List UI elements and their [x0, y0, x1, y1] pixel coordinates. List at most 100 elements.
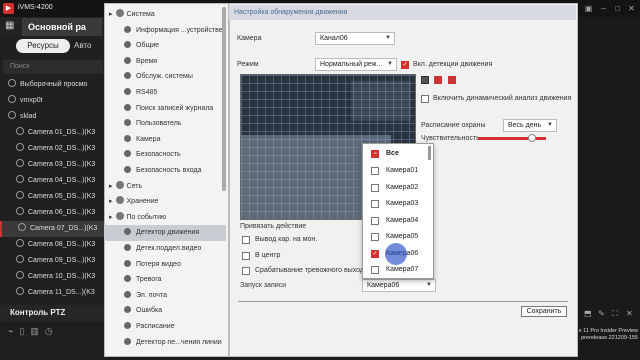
tree-item[interactable]: Детектор движения	[104, 225, 226, 242]
option-checkbox[interactable]	[371, 183, 379, 192]
search-input[interactable]: Поиск	[3, 60, 103, 74]
tree-item[interactable]: Потеря видео	[104, 257, 226, 273]
camera-list-item[interactable]: Camera 01_DS...)(K3	[0, 125, 104, 141]
windows-watermark: s 11 Pro Insider Preview prerelease.2212…	[578, 328, 640, 342]
camera-list-item[interactable]: Camera 03_DS...)(K3	[0, 157, 104, 173]
bullet-icon	[124, 322, 131, 329]
dropdown-scrollbar[interactable]	[428, 146, 431, 160]
option-all[interactable]: − Все	[363, 146, 429, 162]
option-label: Камера04	[386, 216, 419, 224]
tree-item-label: По событию	[126, 213, 167, 221]
tree-item[interactable]: Пользователь	[104, 116, 226, 132]
view-list-item[interactable]: Выборочный просмо	[0, 77, 104, 93]
grid-menu-icon[interactable]: ▦	[5, 20, 17, 32]
delete-icon[interactable]	[434, 76, 442, 84]
bullet-icon	[124, 244, 131, 251]
tree-item[interactable]: Безопасность	[104, 147, 226, 163]
tree-item[interactable]: Обслуж. системы	[104, 69, 226, 85]
dropdown-option[interactable]: Камера03	[363, 196, 429, 212]
option-checkbox[interactable]	[371, 233, 379, 241]
tree-item[interactable]: Ошибка	[104, 303, 226, 319]
cut-icon[interactable]: ⬒	[584, 309, 592, 318]
action-monitor-checkbox[interactable]	[242, 236, 250, 244]
tree-item[interactable]: RS485	[104, 85, 226, 101]
ptz-control-title[interactable]: Контроль PTZ	[0, 305, 104, 321]
camera-list-item[interactable]: Camera 09_DS...)(K3	[0, 253, 104, 269]
tree-item[interactable]: Камера	[104, 132, 226, 148]
minimize-icon[interactable]: –	[598, 3, 609, 14]
close-icon[interactable]: ✕	[626, 309, 633, 318]
dropdown-option[interactable]: Камера01	[363, 163, 429, 179]
option-checkbox[interactable]: ✓	[371, 249, 379, 258]
tree-item[interactable]: Информация ...устройстве:	[104, 23, 226, 39]
option-checkbox[interactable]	[371, 167, 379, 175]
camera-list-item[interactable]: Camera 11_DS...)(K3	[0, 285, 104, 301]
dynamic-analysis-label: Включить динамический анализ движения	[433, 95, 572, 102]
tab-main-view[interactable]: Основной ра	[22, 18, 102, 36]
group-list-item[interactable]: sklad	[0, 109, 104, 125]
camera-icon	[16, 175, 24, 183]
camera-list-item[interactable]: Camera 02_DS...)(K3	[0, 141, 104, 157]
record-camera-select[interactable]: Камера06 ▼	[362, 279, 436, 292]
dynamic-analysis-checkbox[interactable]	[421, 95, 429, 103]
tree-item[interactable]: Детектор пе...чения линии	[104, 335, 226, 351]
action-monitor-label: Вывод кар. на мон.	[255, 236, 318, 243]
option-label: Камера02	[386, 183, 419, 191]
tree-item[interactable]: Расписание	[104, 319, 226, 335]
expand-arrow-icon[interactable]: ▸	[109, 183, 113, 190]
draw-area-icon[interactable]	[421, 76, 429, 84]
mode-select[interactable]: Нормальный реж... ▼	[315, 58, 397, 71]
camera-list-item[interactable]: Camera 06_DS...)(K3	[0, 205, 104, 221]
expand-arrow-icon[interactable]: ▸	[109, 11, 113, 18]
tree-group[interactable]: ▸ По событию	[104, 210, 226, 226]
action-alarm-output-checkbox[interactable]	[242, 267, 250, 275]
full-screen-area-icon[interactable]	[448, 76, 456, 84]
action-center-checkbox[interactable]	[242, 252, 250, 260]
fullscreen-icon[interactable]: ⛶	[612, 309, 618, 319]
dropdown-option[interactable]: Камера04	[363, 213, 429, 229]
schedule-select-value: Весь день	[508, 122, 542, 129]
save-button[interactable]: Сохранить	[521, 306, 567, 317]
option-all-checkbox[interactable]: −	[371, 150, 379, 158]
tree-item[interactable]: Общие	[104, 38, 226, 54]
ptz-toolbar[interactable]: ⌁▯▥◷	[0, 322, 104, 340]
tree-item-label: Система	[126, 11, 155, 18]
group-list-item[interactable]: vmxp0t	[0, 93, 104, 109]
pin-icon[interactable]: ✎	[598, 309, 605, 318]
camera-list-item[interactable]: Camera 07_DS...)(K3	[0, 221, 104, 237]
tree-item[interactable]: Эл. почта	[104, 288, 226, 304]
option-checkbox[interactable]	[371, 216, 379, 225]
camera-list-item[interactable]: Camera 04_DS...)(K3	[0, 173, 104, 189]
camera-list-item[interactable]: Camera 10_DS...)(K3	[0, 269, 104, 285]
tree-group[interactable]: ▸ Хранение	[104, 194, 226, 210]
option-checkbox[interactable]	[371, 200, 379, 208]
tree-item[interactable]: Тревога	[104, 272, 226, 288]
lock-icon[interactable]: ▣	[583, 3, 594, 14]
expand-arrow-icon[interactable]: ▸	[109, 214, 113, 221]
expand-arrow-icon[interactable]: ▸	[109, 198, 113, 205]
tree-item[interactable]: Детек.поддел.видео	[104, 241, 226, 257]
watermark-line-1: s 11 Pro Insider Preview	[578, 328, 638, 334]
tree-item[interactable]: Время	[104, 54, 226, 70]
tab-resources[interactable]: Ресурсы	[16, 39, 70, 53]
tree-item[interactable]: Поиск записей журнала	[104, 101, 226, 117]
bullet-icon	[124, 88, 131, 95]
camera-select[interactable]: Канал06 ▼	[315, 32, 395, 45]
tree-group[interactable]: ▸ Система	[104, 7, 226, 23]
tree-item-label: Хранение	[126, 198, 159, 206]
tree-item-label: Пользователь	[136, 120, 182, 128]
dropdown-option[interactable]: Камера02	[363, 180, 429, 196]
enable-detection-checkbox[interactable]: ✓	[401, 61, 409, 69]
maximize-icon[interactable]: □	[612, 3, 623, 14]
camera-list-item[interactable]: Camera 08_DS...)(K3	[0, 237, 104, 253]
mode-label: Режим	[237, 61, 259, 68]
tree-group[interactable]: ▸ Сеть	[104, 179, 226, 195]
tree-item[interactable]: Безопасность входа	[104, 163, 226, 179]
option-checkbox[interactable]	[371, 266, 379, 274]
list-item-label: Camera 03_DS...)(K3	[28, 161, 96, 168]
close-icon[interactable]: ✕	[626, 3, 637, 14]
camera-list-item[interactable]: Camera 05_DS...)(K3	[0, 189, 104, 205]
tab-auto[interactable]: Авто	[74, 39, 91, 53]
tree-scrollbar[interactable]	[222, 7, 226, 191]
schedule-select[interactable]: Весь день ▼	[503, 119, 557, 132]
